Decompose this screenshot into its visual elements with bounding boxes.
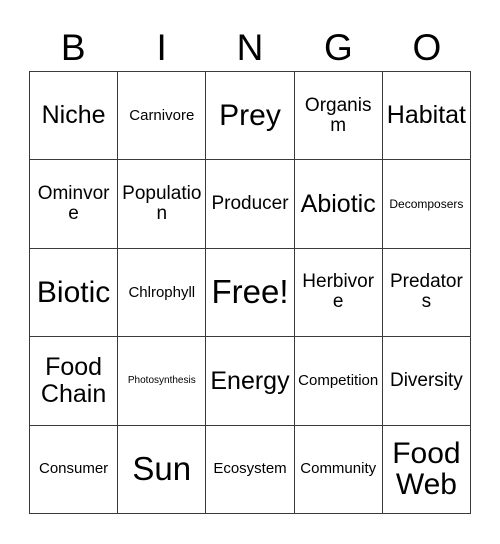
bingo-cell-label: Sun bbox=[132, 449, 192, 487]
bingo-cell[interactable]: Food Web bbox=[382, 425, 471, 514]
bingo-cell-label: Organism bbox=[304, 94, 372, 136]
bingo-cell-label: Community bbox=[300, 460, 377, 478]
bingo-cell[interactable]: Energy bbox=[206, 337, 295, 426]
bingo-cell-label: Prey bbox=[219, 98, 281, 132]
bingo-cell-label: Herbivore bbox=[302, 271, 375, 313]
bingo-cell[interactable]: Chlrophyll bbox=[118, 248, 207, 338]
bingo-cell-label: Population bbox=[122, 182, 202, 225]
bingo-cell-label: Ominvore bbox=[37, 182, 110, 225]
bingo-cell[interactable]: Organism bbox=[294, 72, 383, 161]
bingo-cell[interactable]: Population bbox=[118, 160, 207, 249]
bingo-cell[interactable]: Niche bbox=[30, 72, 119, 161]
bingo-cell[interactable]: Abiotic bbox=[294, 160, 383, 249]
bingo-cell-label: Competition bbox=[298, 371, 379, 389]
bingo-cell-label: Abiotic bbox=[300, 189, 376, 218]
bingo-cell[interactable]: Decomposers bbox=[382, 160, 471, 249]
bingo-cell[interactable]: Food Chain bbox=[30, 337, 119, 426]
bingo-cell-label: Niche bbox=[41, 101, 106, 130]
header-letter-b: B bbox=[60, 27, 86, 68]
bingo-cell-label: Photosynthesis bbox=[127, 374, 196, 386]
bingo-cell[interactable]: Ecosystem bbox=[206, 425, 295, 514]
bingo-cell[interactable]: Prey bbox=[206, 72, 295, 161]
bingo-cell[interactable]: Carnivore bbox=[118, 72, 207, 161]
bingo-cell[interactable]: Sun bbox=[118, 425, 207, 514]
bingo-cell-label: Decomposers bbox=[389, 196, 464, 211]
bingo-cell[interactable]: Consumer bbox=[30, 425, 119, 514]
bingo-cell-label: Carnivore bbox=[129, 106, 195, 124]
header-letter-g: G bbox=[324, 27, 353, 68]
header-letter-i: I bbox=[156, 27, 167, 68]
bingo-cell-label: Food Chain bbox=[40, 353, 107, 408]
bingo-cell-label: Food Web bbox=[392, 436, 461, 502]
bingo-cell[interactable]: Competition bbox=[294, 337, 383, 426]
bingo-cell-label: Producer bbox=[211, 193, 289, 215]
bingo-cell-label: Free! bbox=[211, 273, 289, 310]
bingo-cell[interactable]: Diversity bbox=[382, 337, 471, 426]
bingo-cell[interactable]: Herbivore bbox=[294, 248, 383, 338]
bingo-cell-label: Energy bbox=[210, 366, 290, 395]
bingo-cell[interactable]: Producer bbox=[206, 160, 295, 249]
bingo-cell[interactable]: Biotic bbox=[30, 248, 119, 338]
bingo-cell[interactable]: Community bbox=[294, 425, 383, 514]
bingo-cell-label: Chlrophyll bbox=[128, 283, 196, 301]
bingo-cell-label: Habitat bbox=[386, 101, 466, 130]
header-letter-o: O bbox=[412, 27, 442, 68]
bingo-cell-label: Biotic bbox=[36, 275, 111, 309]
bingo-grid: Niche Carnivore Prey Organism Habitat Ominvor… bbox=[29, 71, 471, 514]
bingo-cell[interactable]: Habitat bbox=[382, 72, 471, 161]
header-letter-n: N bbox=[236, 27, 264, 68]
bingo-header-row: B I N G O bbox=[29, 14, 471, 66]
bingo-card: B I N G O Niche Carnivore Prey Organism Habi… bbox=[0, 0, 500, 544]
bingo-cell-label: Predators bbox=[389, 271, 463, 313]
bingo-cell[interactable]: Ominvore bbox=[30, 160, 119, 249]
bingo-cell-label: Ecosystem bbox=[213, 460, 287, 478]
bingo-cell-label: Consumer bbox=[38, 460, 109, 478]
bingo-cell-free-space[interactable]: Free! bbox=[206, 248, 295, 338]
bingo-cell[interactable]: Photosynthesis bbox=[118, 337, 207, 426]
bingo-cell-label: Diversity bbox=[389, 369, 463, 391]
bingo-cell[interactable]: Predators bbox=[382, 248, 471, 338]
